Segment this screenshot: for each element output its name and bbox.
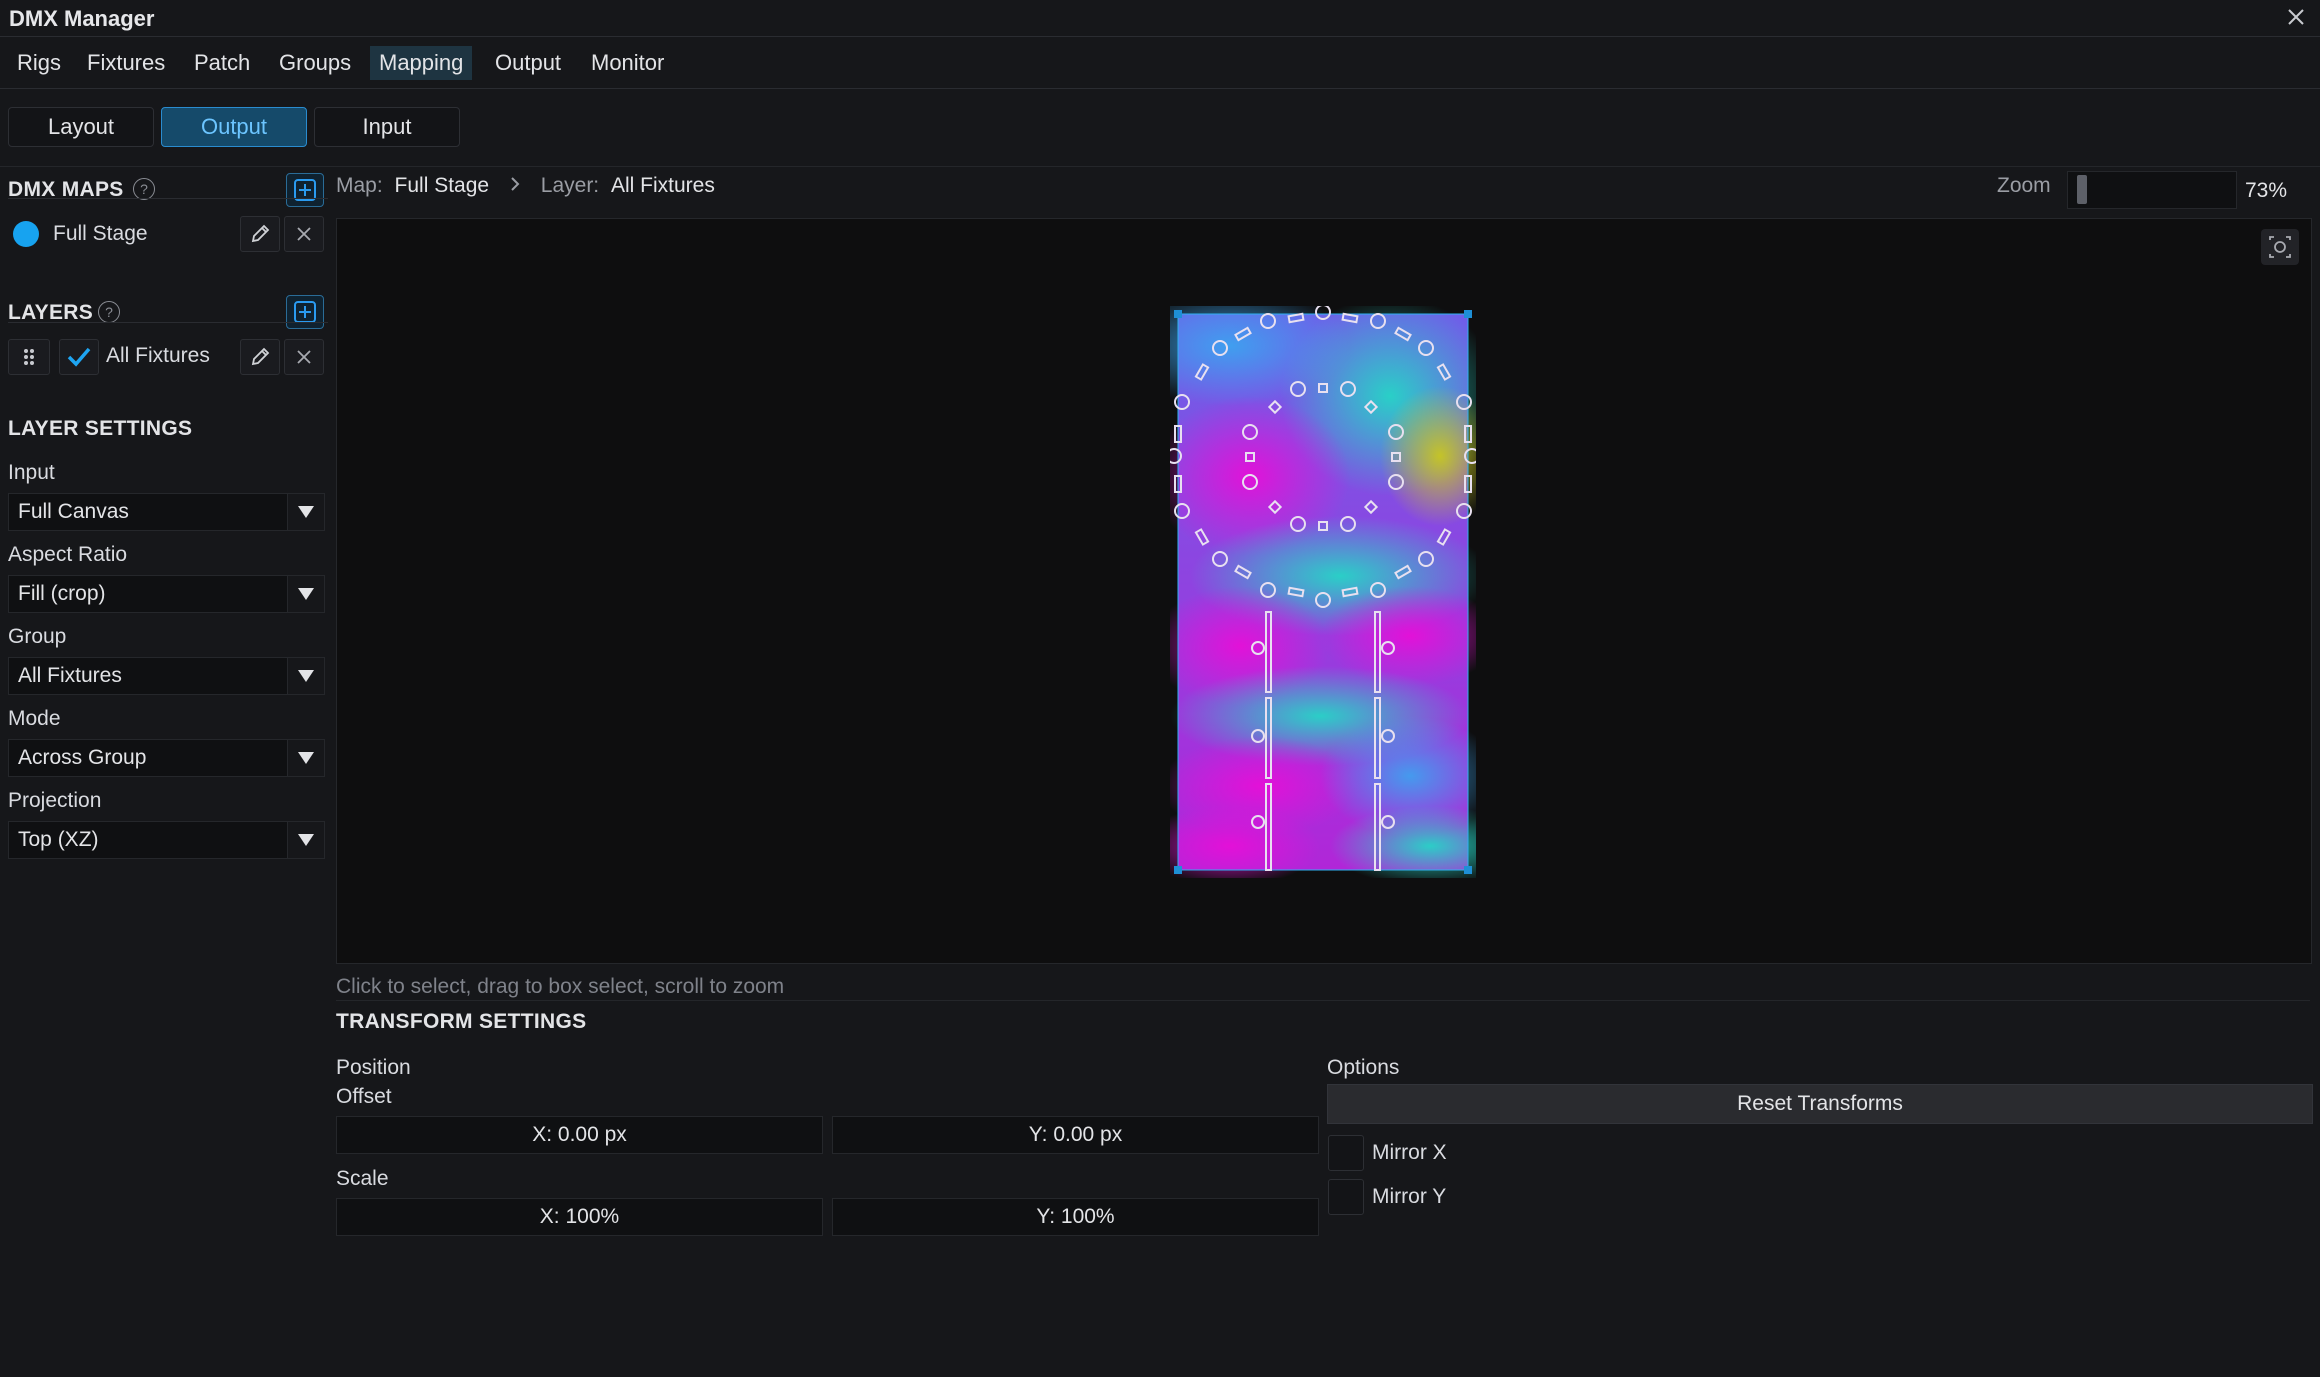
menu-fixtures[interactable]: Fixtures <box>78 46 174 80</box>
tab-input[interactable]: Input <box>314 107 460 147</box>
input-select[interactable]: Full Canvas <box>8 493 325 531</box>
drag-handle-icon[interactable] <box>8 339 50 375</box>
menu-mapping[interactable]: Mapping <box>370 46 473 80</box>
breadcrumb-map[interactable]: Full Stage <box>395 174 490 197</box>
fit-view-button[interactable] <box>2261 229 2299 265</box>
projection-label: Projection <box>8 789 102 812</box>
edit-layer-button[interactable] <box>240 339 280 375</box>
zoom-label: Zoom <box>1997 174 2051 197</box>
tab-output[interactable]: Output <box>161 107 307 147</box>
close-icon <box>297 227 311 241</box>
plus-icon <box>294 301 316 323</box>
divider <box>0 166 2320 167</box>
group-select[interactable]: All Fixtures <box>8 657 325 695</box>
map-color-swatch[interactable] <box>13 221 39 247</box>
title-bar <box>0 0 2320 37</box>
mirror-y-checkbox[interactable] <box>1328 1179 1364 1215</box>
chevron-down-icon <box>287 576 324 612</box>
scale-x-input[interactable]: X: 100% <box>336 1198 823 1236</box>
aspect-ratio-select[interactable]: Fill (crop) <box>8 575 325 613</box>
checkmark-icon <box>67 347 91 367</box>
group-label: Group <box>8 625 67 648</box>
close-icon <box>297 350 311 364</box>
chevron-down-icon <box>287 494 324 530</box>
breadcrumb-layer[interactable]: All Fixtures <box>611 174 715 197</box>
add-map-button[interactable] <box>286 173 324 207</box>
reset-transforms-button[interactable]: Reset Transforms <box>1327 1084 2313 1124</box>
help-icon[interactable]: ? <box>133 178 155 200</box>
offset-x-input[interactable]: X: 0.00 px <box>336 1116 823 1154</box>
menu-rigs[interactable]: Rigs <box>8 46 70 80</box>
menu-output[interactable]: Output <box>486 46 570 80</box>
zoom-value: 73% <box>2245 179 2288 202</box>
chevron-right-icon <box>495 174 535 198</box>
layer-name[interactable]: All Fixtures <box>106 344 210 368</box>
projection-select[interactable]: Top (XZ) <box>8 821 325 859</box>
canvas-hint: Click to select, drag to box select, scr… <box>336 975 785 998</box>
pencil-icon <box>251 347 270 366</box>
mode-select[interactable]: Across Group <box>8 739 325 777</box>
mirror-x-checkbox[interactable] <box>1328 1135 1364 1171</box>
scale-y-input[interactable]: Y: 100% <box>832 1198 1319 1236</box>
chevron-down-icon <box>287 822 324 858</box>
fixture-map-preview[interactable] <box>1170 306 1476 878</box>
transform-settings-title: TRANSFORM SETTINGS <box>336 1010 587 1033</box>
input-label: Input <box>8 461 55 484</box>
window-title: DMX Manager <box>9 6 155 31</box>
layer-settings-title: LAYER SETTINGS <box>8 417 193 440</box>
layer-visible-checkbox[interactable] <box>59 339 99 375</box>
mirror-x-label: Mirror X <box>1372 1141 1447 1164</box>
close-icon[interactable] <box>2284 6 2308 30</box>
offset-y-input[interactable]: Y: 0.00 px <box>832 1116 1319 1154</box>
zoom-slider[interactable] <box>2067 171 2237 209</box>
camera-focus-icon <box>2269 236 2291 258</box>
options-label: Options <box>1327 1056 1400 1079</box>
menu-monitor[interactable]: Monitor <box>582 46 673 80</box>
mode-label: Mode <box>8 707 61 730</box>
pencil-icon <box>251 224 270 243</box>
breadcrumb: Map: Full Stage Layer: All Fixtures <box>336 174 715 198</box>
chevron-down-icon <box>287 740 324 776</box>
map-name[interactable]: Full Stage <box>53 222 148 246</box>
aspect-ratio-label: Aspect Ratio <box>8 543 128 566</box>
position-label: Position <box>336 1056 411 1079</box>
scale-label: Scale <box>336 1167 389 1190</box>
zoom-slider-thumb[interactable] <box>2077 175 2087 204</box>
menu-patch[interactable]: Patch <box>185 46 259 80</box>
offset-label: Offset <box>336 1085 392 1108</box>
edit-map-button[interactable] <box>240 216 280 252</box>
mirror-y-label: Mirror Y <box>1372 1185 1447 1208</box>
menu-groups[interactable]: Groups <box>270 46 360 80</box>
delete-layer-button[interactable] <box>284 339 324 375</box>
help-icon[interactable]: ? <box>98 301 120 323</box>
delete-map-button[interactable] <box>284 216 324 252</box>
tab-layout[interactable]: Layout <box>8 107 154 147</box>
add-layer-button[interactable] <box>286 295 324 329</box>
chevron-down-icon <box>287 658 324 694</box>
